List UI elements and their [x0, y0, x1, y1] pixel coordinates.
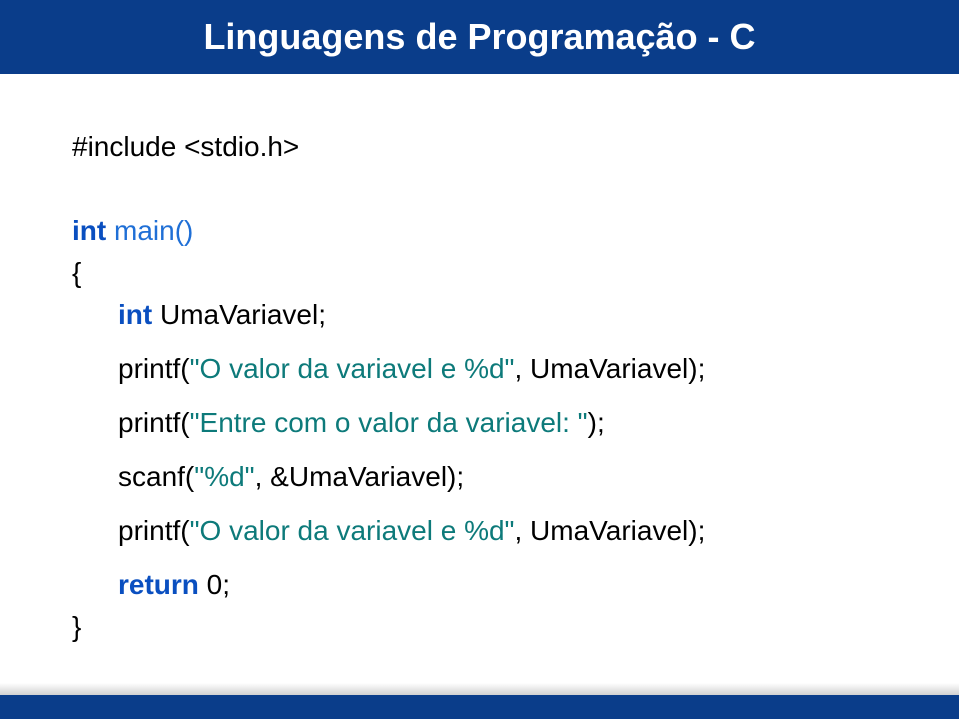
scanf-fn: scanf( — [118, 461, 194, 492]
scanf-line: scanf("%d", &UmaVariavel); — [72, 456, 887, 498]
open-brace-line: { — [72, 252, 887, 294]
close-brace-line: } — [72, 606, 887, 648]
int-keyword: int — [72, 215, 106, 246]
decl-line: int UmaVariavel; — [72, 294, 887, 336]
include-line: #include <stdio.h> — [72, 126, 887, 168]
printf1-str: "O valor da variavel e %d" — [190, 353, 515, 384]
printf3-line: printf("O valor da variavel e %d", UmaVa… — [72, 510, 887, 552]
int-keyword-2: int — [118, 299, 152, 330]
printf2-fn: printf( — [118, 407, 190, 438]
printf3-rest: , UmaVariavel); — [515, 515, 706, 546]
return-line: return 0; — [72, 564, 887, 606]
code-content: #include <stdio.h> int main() { int UmaV… — [0, 74, 959, 648]
printf2-line: printf("Entre com o valor da variavel: "… — [72, 402, 887, 444]
decl-var: UmaVariavel; — [152, 299, 326, 330]
main-text: main() — [106, 215, 193, 246]
printf3-fn: printf( — [118, 515, 190, 546]
printf1-rest: , UmaVariavel); — [515, 353, 706, 384]
slide-title: Linguagens de Programação - C — [203, 16, 755, 58]
printf3-str: "O valor da variavel e %d" — [190, 515, 515, 546]
printf2-rest: ); — [588, 407, 605, 438]
scanf-str: "%d" — [194, 461, 254, 492]
main-signature: int main() — [72, 210, 887, 252]
bottom-bar — [0, 695, 959, 719]
printf1-line: printf("O valor da variavel e %d", UmaVa… — [72, 348, 887, 390]
open-brace: { — [72, 257, 81, 288]
return-rest: 0; — [199, 569, 230, 600]
title-bar: Linguagens de Programação - C — [0, 0, 959, 74]
include-text: #include <stdio.h> — [72, 131, 299, 162]
printf1-fn: printf( — [118, 353, 190, 384]
printf2-str: "Entre com o valor da variavel: " — [190, 407, 588, 438]
scanf-rest: , &UmaVariavel); — [255, 461, 465, 492]
bottom-shadow — [0, 683, 959, 695]
close-brace: } — [72, 611, 81, 642]
return-keyword: return — [118, 569, 199, 600]
